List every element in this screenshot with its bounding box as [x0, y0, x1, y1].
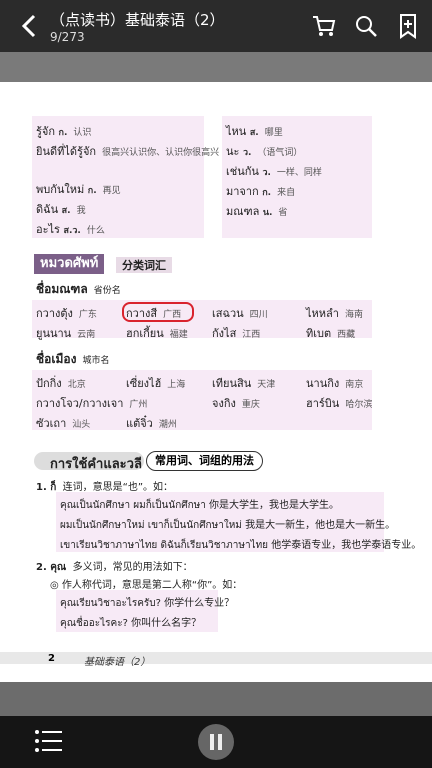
add-bookmark-icon[interactable] — [394, 12, 422, 40]
example-sentence[interactable]: ผมเป็นนักศึกษาใหม่ เขาก็เป็นนักศึกษาใหม่… — [60, 516, 395, 533]
vocab-right-item[interactable]: เช่นกัน ว. 一样、同样 — [226, 162, 322, 180]
city-item[interactable]: ฮาร์บิน 哈尔滨 — [306, 394, 372, 412]
page-shadow-bottom — [0, 682, 432, 716]
province-item[interactable]: เสฉวน 四川 — [212, 304, 268, 322]
vocab-right-item[interactable]: นะ ว. （语气词） — [226, 142, 302, 160]
province-item[interactable]: ไหหลำ 海南 — [306, 304, 363, 322]
province-item[interactable]: ยูนนาน 云南 — [36, 324, 95, 342]
top-bar: （点读书）基础泰语（2） 9/273 — [0, 0, 432, 52]
section2-title-thai: การใช้คำและวลี — [50, 457, 142, 472]
footer-book-title: 基础泰语（2） — [84, 657, 151, 668]
bottom-bar — [0, 716, 432, 768]
province-item[interactable]: กวางสี 广西 — [126, 304, 181, 322]
item2-subline: ◎ 作人称代词，意思是第二人称“你”。如： — [50, 580, 243, 591]
city-item[interactable]: ปักกิ่ง 北京 — [36, 374, 86, 392]
vocab-left-item[interactable]: ดิฉัน ส. 我 — [36, 200, 86, 218]
cart-icon[interactable] — [310, 12, 338, 40]
pause-icon — [218, 734, 222, 750]
vocab-left-item[interactable]: ยินดีที่ได้รู้จัก 很高兴认识你、认识你很高兴 — [36, 142, 219, 160]
provinces-heading: ชื่อมณฑล 省份名 — [36, 282, 121, 296]
page-shadow — [0, 52, 432, 82]
city-item[interactable]: แต้จิ๋ว 潮州 — [126, 414, 177, 432]
list-menu-icon[interactable] — [34, 728, 64, 754]
book-page[interactable]: รู้จัก ก. 认识 ยินดีที่ได้รู้จัก 很高兴认识你、认识你很… — [0, 82, 432, 682]
pause-button[interactable] — [198, 724, 234, 760]
province-item[interactable]: ฮกเกี้ยน 福建 — [126, 324, 188, 342]
example-sentence[interactable]: คุณเป็นนักศึกษา ผมก็เป็นนักศึกษา 你是大学生，我… — [60, 496, 339, 513]
search-icon[interactable] — [352, 12, 380, 40]
page-number: 2 — [48, 653, 55, 664]
city-item[interactable]: เทียนสิน 天津 — [212, 374, 275, 392]
example-sentence[interactable]: เขาเรียนวิชาภาษาไทย ดิฉันก็เรียนวิชาภาษา… — [60, 536, 421, 553]
city-item[interactable]: นานกิง 南京 — [306, 374, 363, 392]
page-footer — [0, 652, 432, 664]
province-item[interactable]: กังไส 江西 — [212, 324, 260, 342]
vocab-left-item[interactable]: อะไร ส.ว. 什么 — [36, 220, 105, 238]
back-arrow-icon[interactable] — [16, 8, 44, 44]
cities-heading: ชื่อเมือง 城市名 — [36, 352, 110, 366]
page-indicator: 9/273 — [50, 30, 85, 44]
city-item[interactable]: ซัวเถา 汕头 — [36, 414, 90, 432]
item2-line: 2. คุณ 多义词，常见的用法如下： — [36, 562, 193, 573]
example-sentence[interactable]: คุณเรียนวิชาอะไรครับ? 你学什么专业？ — [60, 594, 234, 611]
book-title: （点读书）基础泰语（2） — [50, 11, 225, 29]
vocab-right-item[interactable]: มณฑล น. 省 — [226, 202, 287, 220]
section2-title-cn: 常用词、词组的用法 — [146, 451, 263, 471]
vocab-left-item[interactable]: รู้จัก ก. 认识 — [36, 122, 91, 140]
vocab-right-item[interactable]: มาจาก ก. 来自 — [226, 182, 295, 200]
province-item[interactable]: ทิเบต 西藏 — [306, 324, 355, 342]
vocab-left-item[interactable]: พบกันใหม่ ก. 再见 — [36, 180, 121, 198]
city-item[interactable]: จงกิง 重庆 — [212, 394, 260, 412]
section-title-cn: 分类词汇 — [116, 257, 172, 273]
example-sentence[interactable]: คุณชื่ออะไรคะ? 你叫什么名字？ — [60, 614, 201, 631]
pause-icon — [210, 734, 214, 750]
province-item[interactable]: กวางตุ้ง 广东 — [36, 304, 97, 322]
city-item[interactable]: กวางโจว/กวางเจา 广州 — [36, 394, 147, 412]
section-title-thai: หมวดศัพท์ — [34, 254, 105, 274]
vocab-right-item[interactable]: ไหน ส. 哪里 — [226, 122, 283, 140]
city-item[interactable]: เซี่ยงไฮ้ 上海 — [126, 374, 185, 392]
